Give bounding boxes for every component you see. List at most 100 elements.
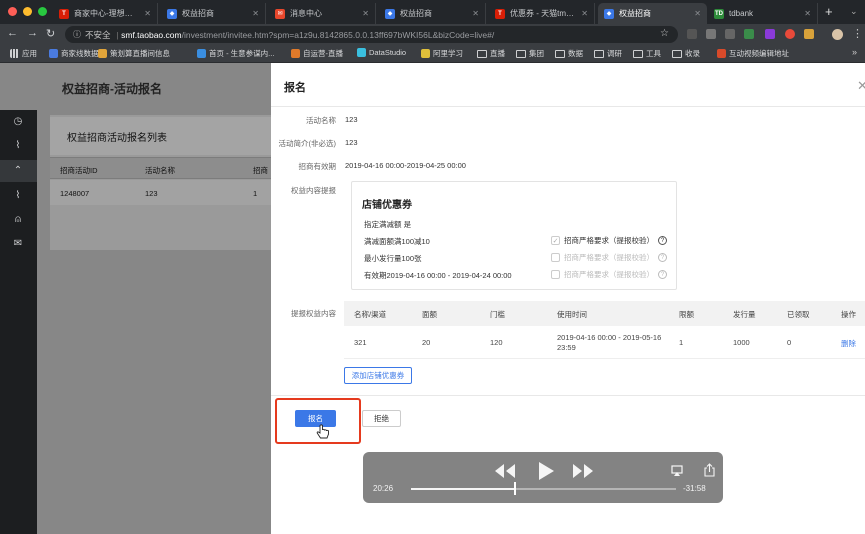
bookmark-8[interactable]: 直播 [477,48,505,59]
bookmark-4[interactable]: 首页 - 生意参谋内... [197,48,274,59]
strict-check-3[interactable]: 招商严格要求（提报校验） ? [551,269,667,280]
checkbox[interactable] [551,270,560,279]
strict-check-2-label: 招商严格要求（提报校验） [564,253,654,262]
chevron-up-icon[interactable]: ⌃ [12,165,24,177]
tab-7[interactable]: TD tdbank ✕ [708,3,818,24]
help-icon[interactable]: ? [658,236,667,245]
tab-close-icon[interactable]: ✕ [575,9,588,18]
strict-check-1-label: 招商严格要求（提报校验） [564,236,654,245]
tab-close-icon[interactable]: ✕ [466,9,479,18]
bookmark-12[interactable]: 工具 [633,48,661,59]
extension-icon[interactable] [804,29,814,39]
tab-6[interactable]: ◆ 权益招商 ✕ [598,3,707,24]
menu-kebab-icon[interactable]: ⋮ [852,27,863,40]
user-icon[interactable]: ⍝ [12,214,24,226]
mail-icon[interactable]: ✉ [12,238,24,250]
security-label: 不安全 [85,29,111,40]
tab-label: tdbank [729,9,754,18]
bookmark-star-icon[interactable]: ☆ [660,28,669,39]
list-cell-more: 1 [253,189,258,198]
extension-icon[interactable] [744,29,754,39]
paperclip-icon[interactable]: ⌇ [12,190,24,202]
bookmark-11[interactable]: 调研 [594,48,622,59]
extension-icon[interactable] [706,29,716,39]
rewind-icon[interactable] [493,462,517,480]
address-bar[interactable]: ⓘ 不安全 | smf.taobao.com/investment/invite… [65,26,678,43]
bookmark-9[interactable]: 集团 [516,48,544,59]
tab-1[interactable]: T 商家中心-理想生活上...✕ [53,3,158,24]
bookmark-label: 调研 [607,49,622,58]
close-icon[interactable]: ✕ [857,78,865,94]
extension-icon[interactable] [725,29,735,39]
bookmark-3[interactable]: 策划算直播间信息 [98,48,170,59]
bookmark-6[interactable]: DataStudio [357,48,406,57]
clock-icon[interactable]: ◷ [12,116,24,128]
reload-icon[interactable]: ↻ [46,27,55,40]
tab-close-icon[interactable]: ✕ [798,9,811,18]
window-zoom-button[interactable] [38,7,47,16]
share-icon[interactable] [704,463,715,477]
tab-close-icon[interactable]: ✕ [246,9,259,18]
add-coupon-button[interactable]: 添加店铺优惠券 [344,367,412,384]
fast-forward-icon[interactable] [571,462,595,480]
strict-check-1[interactable]: ✓ 招商严格要求（提报校验） ? [551,235,667,246]
reject-button[interactable]: 拒绝 [362,410,401,427]
tab-4[interactable]: ◆ 权益招商 ✕ [379,3,486,24]
checkbox[interactable] [551,253,560,262]
tab-close-icon[interactable]: ✕ [356,9,369,18]
message-icon: ✉ [275,8,285,19]
cell-threshold: 120 [490,338,503,347]
bookmark-13[interactable]: 收录 [672,48,700,59]
bookmark-label: 直播 [490,49,505,58]
extension-icon[interactable] [687,29,697,39]
profile-avatar[interactable] [832,29,843,40]
bookmark-2[interactable]: 商家线数据 [49,48,99,59]
bookmarks-bar: 应用 商家线数据 策划算直播间信息 首页 - 生意参谋内... 自运营-直播 DataSt… [0,45,865,63]
extension-icon[interactable] [785,29,795,39]
bookmark-7[interactable]: 阿里学习 [421,48,463,59]
video-scrubber[interactable] [514,482,516,495]
paperclip-icon[interactable]: ⌇ [12,140,24,152]
tab-close-icon[interactable]: ✕ [138,9,151,18]
more-bookmarks-icon[interactable]: » [852,47,857,57]
delete-link[interactable]: 删除 [841,338,856,349]
tab-search-icon[interactable]: ⌄ [850,6,858,17]
table-row: 321 20 120 2019-04-16 00:00 - 2019-05-16… [344,326,865,359]
info-icon[interactable]: ⓘ [73,29,81,40]
folder-icon [594,49,604,58]
tab-close-icon[interactable]: ✕ [688,9,701,18]
table-row[interactable]: 1248007 123 1 [50,180,271,205]
taobao-icon: ◆ [604,8,614,19]
airplay-icon[interactable] [671,465,683,477]
tab-label: 权益招商 [182,9,214,18]
tab-5[interactable]: T 优惠券 - 天猫tmall.c...✕ [489,3,595,24]
new-tab-button[interactable]: + [825,4,833,19]
forward-icon[interactable]: → [27,27,38,39]
bookmark-1[interactable]: 应用 [10,48,37,59]
help-icon[interactable]: ? [658,270,667,279]
browser-tab-bar: T商家中心-理想生活上...✕◆权益招商✕✉消息中心✕◆权益招商✕T优惠券 - … [0,0,865,24]
back-icon[interactable]: ← [7,27,18,39]
extension-icon[interactable] [765,29,775,39]
url-host: smf.taobao.com [121,29,182,40]
strict-check-2[interactable]: 招商严格要求（提报校验） ? [551,252,667,263]
checkbox[interactable]: ✓ [551,236,560,245]
tab-label: 消息中心 [290,9,322,18]
help-icon[interactable]: ? [658,253,667,262]
browser-toolbar: ← → ↻ ⓘ 不安全 | smf.taobao.com/investment/… [0,24,865,45]
coupon-table-header: 名称/渠道 面额 门槛 使用时间 限额 发行量 已领取 操作 [344,301,865,326]
window-close-button[interactable] [8,7,17,16]
tab-3[interactable]: ✉ 消息中心 ✕ [269,3,376,24]
bookmark-5[interactable]: 自运营-直播 [291,48,343,59]
col-time: 使用时间 [557,310,587,319]
bookmark-10[interactable]: 数据 [555,48,583,59]
tab-2[interactable]: ◆ 权益招商 ✕ [161,3,266,24]
play-icon[interactable] [535,460,557,482]
bookmark-14[interactable]: 互动视频编辑地址 [717,48,789,59]
window-minimize-button[interactable] [23,7,32,16]
col-issued: 发行量 [733,310,756,319]
bookmark-label: 商家线数据 [61,49,99,58]
bookmark-label: 集团 [529,49,544,58]
video-progress-fill [411,488,514,490]
content-label: 权益内容提报 [291,186,336,195]
